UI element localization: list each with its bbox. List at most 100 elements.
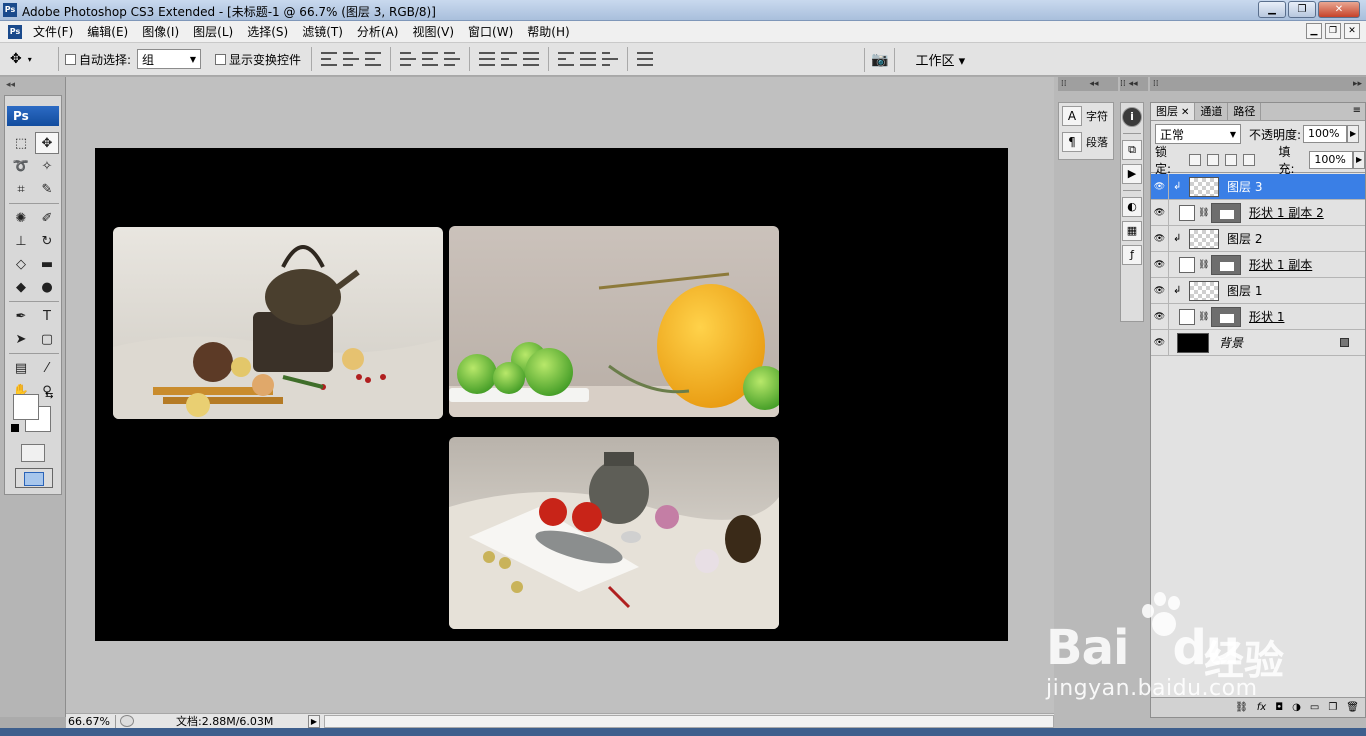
align-right-icon[interactable] <box>444 52 461 66</box>
show-transform-option[interactable]: 显示变换控件 <box>215 51 301 68</box>
gradient-icon[interactable]: ▬ <box>35 253 59 275</box>
align-left-icon[interactable] <box>400 52 417 66</box>
visibility-eye-icon[interactable]: 👁 <box>1151 251 1169 278</box>
type-icon[interactable]: T <box>35 305 59 327</box>
status-info-icon[interactable] <box>120 715 134 727</box>
auto-select-checkbox[interactable] <box>65 53 76 65</box>
magic-wand-icon[interactable]: ✧ <box>35 155 59 177</box>
history-icon[interactable]: ⧉ <box>1122 140 1142 160</box>
layer-name[interactable]: 形状 1 <box>1249 308 1284 325</box>
layer-name[interactable]: 图层 2 <box>1227 230 1262 247</box>
character-panel-button[interactable]: A 字符 <box>1059 103 1113 129</box>
visibility-eye-icon[interactable]: 👁 <box>1151 199 1169 226</box>
close-tab-icon[interactable]: ✕ <box>1181 107 1189 118</box>
crop-icon[interactable]: ⌗ <box>9 178 33 200</box>
stamp-icon[interactable]: ⊥ <box>9 230 33 252</box>
layer-row[interactable]: 👁 背景 <box>1151 329 1365 356</box>
vector-mask-thumbnail[interactable] <box>1211 202 1241 223</box>
opacity-slider-button[interactable]: ▶ <box>1347 125 1360 143</box>
visibility-eye-icon[interactable]: 👁 <box>1151 277 1169 304</box>
vector-mask-thumbnail[interactable] <box>1211 306 1241 327</box>
fill-slider-button[interactable]: ▶ <box>1353 150 1365 169</box>
foreground-color-swatch[interactable] <box>13 394 39 420</box>
default-colors-icon[interactable] <box>11 424 19 432</box>
distribute-right-icon[interactable] <box>602 52 619 66</box>
layer-row[interactable]: 👁 ↲ 图层 3 <box>1151 173 1365 200</box>
zoom-level[interactable]: 66.67% <box>66 714 116 728</box>
status-menu-arrow-icon[interactable]: ▶ <box>308 714 320 728</box>
background-thumbnail[interactable] <box>1177 332 1209 353</box>
vector-mask-thumbnail[interactable] <box>1211 254 1241 275</box>
align-top-icon[interactable] <box>321 52 338 66</box>
workspace-menu[interactable]: 工作区 ▾ <box>915 50 965 69</box>
panel-menu-icon[interactable]: ≡ <box>1353 105 1361 116</box>
blend-mode-dropdown[interactable]: 正常 ▼ <box>1155 124 1241 144</box>
visibility-eye-icon[interactable]: 👁 <box>1151 173 1169 200</box>
new-group-icon[interactable]: ▭ <box>1310 702 1319 713</box>
menu-image[interactable]: 图像(I) <box>135 23 186 40</box>
move-tool-preset-icon[interactable]: ✥ ▾ <box>10 46 52 72</box>
menu-filter[interactable]: 滤镜(T) <box>295 23 350 40</box>
maximize-button[interactable]: ❐ <box>1288 1 1316 18</box>
add-mask-icon[interactable]: ◘ <box>1275 702 1283 713</box>
delete-layer-icon[interactable]: 🗑 <box>1346 702 1359 713</box>
shape-fill-thumbnail[interactable] <box>1179 204 1195 221</box>
layer-name[interactable]: 图层 1 <box>1227 282 1262 299</box>
marquee-icon[interactable]: ⬚ <box>9 132 33 154</box>
align-hcenter-icon[interactable] <box>422 52 439 66</box>
dock-strip-char[interactable]: ⁞⁞ ◂◂ <box>1058 77 1118 91</box>
doc-close-button[interactable]: ✕ <box>1344 23 1360 39</box>
document-icon[interactable]: Ps <box>8 24 22 39</box>
blur-icon[interactable]: ◆ <box>9 276 33 298</box>
move-icon[interactable]: ✥ <box>35 132 59 154</box>
distribute-left-icon[interactable] <box>558 52 575 66</box>
pen-icon[interactable]: ✒ <box>9 305 33 327</box>
distribute-bottom-icon[interactable] <box>523 52 540 66</box>
align-vcenter-icon[interactable] <box>343 52 360 66</box>
shape-icon[interactable]: ▢ <box>35 328 59 350</box>
doc-minimize-button[interactable]: ▁ <box>1306 23 1322 39</box>
visibility-eye-icon[interactable]: 👁 <box>1151 225 1169 252</box>
screen-mode-icon[interactable] <box>15 468 53 488</box>
lock-all-icon[interactable] <box>1242 153 1255 166</box>
layer-row[interactable]: 👁 ⛓ 形状 1 副本 2 <box>1151 199 1365 226</box>
info-icon[interactable]: i <box>1122 107 1142 127</box>
lock-position-icon[interactable] <box>1224 153 1237 166</box>
mask-link-icon[interactable]: ⛓ <box>1198 312 1209 322</box>
lock-pixels-icon[interactable] <box>1206 153 1219 166</box>
lasso-icon[interactable]: ➰ <box>9 155 33 177</box>
layer-name[interactable]: 形状 1 副本 <box>1249 256 1312 273</box>
show-transform-checkbox[interactable] <box>215 53 227 65</box>
notes-icon[interactable]: ▤ <box>9 357 33 379</box>
new-layer-icon[interactable]: ❐ <box>1328 702 1337 713</box>
swap-colors-icon[interactable]: ⇆ <box>45 390 53 401</box>
fill-field[interactable]: 100% <box>1309 150 1354 169</box>
slice-icon[interactable]: ✎ <box>35 178 59 200</box>
layer-name[interactable]: 背景 <box>1219 334 1243 351</box>
tab-layers[interactable]: 图层 ✕ <box>1151 103 1196 120</box>
document-canvas[interactable] <box>95 148 1008 641</box>
mask-link-icon[interactable]: ⛓ <box>1198 260 1209 270</box>
close-button[interactable]: ✕ <box>1318 1 1360 18</box>
layer-thumbnail[interactable] <box>1189 228 1219 249</box>
tab-paths[interactable]: 路径 <box>1228 103 1262 120</box>
layer-row[interactable]: 👁 ↲ 图层 2 <box>1151 225 1365 252</box>
dock-strip-icons[interactable]: ⁞⁞ ◂◂ <box>1120 77 1148 91</box>
layer-row[interactable]: 👁 ↲ 图层 1 <box>1151 277 1365 304</box>
distribute-top-icon[interactable] <box>479 52 496 66</box>
path-select-icon[interactable]: ➤ <box>9 328 33 350</box>
color-icon[interactable]: ◐ <box>1122 197 1142 217</box>
dodge-icon[interactable]: ● <box>35 276 59 298</box>
menu-window[interactable]: 窗口(W) <box>461 23 520 40</box>
menu-view[interactable]: 视图(V) <box>405 23 461 40</box>
adjustment-layer-icon[interactable]: ◑ <box>1292 702 1301 713</box>
visibility-eye-icon[interactable]: 👁 <box>1151 303 1169 330</box>
history-brush-icon[interactable]: ↻ <box>35 230 59 252</box>
canvas-area[interactable] <box>66 77 1054 713</box>
styles-icon[interactable]: ƒ <box>1122 245 1142 265</box>
horizontal-scrollbar[interactable] <box>324 714 1054 728</box>
menu-edit[interactable]: 编辑(E) <box>80 23 135 40</box>
layer-thumbnail[interactable] <box>1189 280 1219 301</box>
opacity-field[interactable]: 100% <box>1303 125 1348 143</box>
menu-help[interactable]: 帮助(H) <box>520 23 576 40</box>
